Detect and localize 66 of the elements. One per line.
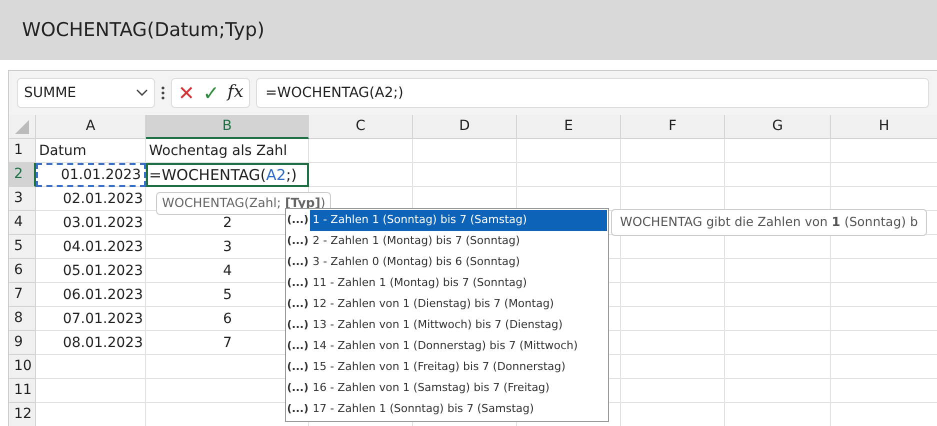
autocomplete-item[interactable]: 3 - Zahlen 0 (Montag) bis 6 (Sonntag): [310, 252, 523, 273]
chevron-icon: [136, 89, 148, 97]
row-header[interactable]: 2: [9, 163, 36, 187]
cancel-button[interactable]: ✕: [178, 78, 195, 108]
row-header[interactable]: 5: [9, 235, 36, 259]
table-cell-text: 04.01.2023: [62, 238, 144, 256]
column-header[interactable]: D: [413, 115, 517, 139]
parameter-glyph: (...): [287, 254, 309, 270]
column-header[interactable]: G: [725, 115, 831, 139]
table-cell-text: 02.01.2023: [62, 190, 144, 208]
more-icon[interactable]: [161, 86, 165, 100]
parameter-glyph: (...): [287, 212, 309, 228]
row-header[interactable]: 11: [9, 379, 36, 403]
parameter-glyph: (...): [287, 380, 309, 396]
parameter-glyph: (...): [287, 360, 309, 375]
autocomplete-item[interactable]: 16 - Zahlen von 1 (Samstag) bis 7 (Freitag): [310, 378, 553, 399]
table-cell-text: 4: [223, 262, 232, 280]
parameter-glyph: (...): [287, 296, 309, 312]
table-cell-text: 6: [223, 310, 232, 328]
parameter-glyph: (...): [287, 402, 309, 417]
table-cell-text: 05.01.2023: [62, 262, 144, 280]
autocomplete-item[interactable]: 1 - Zahlen 1 (Sonntag) bis 7 (Samstag): [310, 210, 607, 231]
autocomplete-item[interactable]: 15 - Zahlen von 1 (Freitag) bis 7 (Donnerstag): [310, 357, 569, 378]
table-cell-text: 08.01.2023: [62, 334, 144, 352]
parameter-glyph: (...): [287, 338, 309, 354]
table-cell-text: 3: [223, 238, 232, 256]
autocomplete-item[interactable]: 14 - Zahlen von 1 (Donnerstag) bis 7 (Mittwoch): [310, 336, 581, 357]
row-header[interactable]: 9: [9, 331, 36, 355]
table-cell-text: 03.01.2023: [62, 214, 144, 232]
description-tooltip: WOCHENTAG gibt die Zahlen von 1 (Sonntag) b: [611, 209, 927, 236]
table-cell: 01.01.2023: [36, 163, 146, 187]
row-header[interactable]: 1: [9, 139, 36, 163]
column-header[interactable]: H: [831, 115, 937, 139]
page-title: WOCHENTAG(Datum;Typ): [0, 0, 937, 60]
row-header[interactable]: 7: [9, 283, 36, 307]
autocomplete-item[interactable]: 17 - Zahlen 1 (Sonntag) bis 7 (Samstag): [310, 399, 537, 420]
column-header[interactable]: C: [309, 115, 413, 139]
table-cell-text: 5: [223, 286, 232, 304]
row-header[interactable]: 6: [9, 259, 36, 283]
autocomplete-item[interactable]: 2 - Zahlen 1 (Montag) bis 7 (Sonntag): [310, 231, 523, 252]
insert-function-button[interactable]: fx: [228, 80, 244, 106]
column-header[interactable]: F: [621, 115, 725, 139]
table-cell-text: Wochentag als Zahl: [148, 142, 288, 160]
cell-editor[interactable]: =WOCHENTAG(A2;): [146, 163, 309, 187]
table-cell-text: 07.01.2023: [62, 310, 144, 328]
parameter-glyph: (...): [287, 234, 309, 249]
table-cell-text: Datum: [38, 142, 88, 160]
row-header[interactable]: 12: [9, 403, 36, 426]
table-cell-text: 7: [223, 334, 232, 352]
parameter-glyph: (...): [287, 276, 309, 291]
autocomplete-item[interactable]: 13 - Zahlen von 1 (Mittwoch) bis 7 (Dienstag): [310, 315, 566, 336]
table-cell-text: 06.01.2023: [62, 286, 144, 304]
row-header[interactable]: 8: [9, 307, 36, 331]
formula-field[interactable]: =WOCHENTAG(A2;): [256, 78, 929, 108]
column-header[interactable]: A: [36, 115, 146, 139]
row-header[interactable]: 10: [9, 355, 36, 379]
autocomplete-item[interactable]: 12 - Zahlen von 1 (Dienstag) bis 7 (Montag): [310, 294, 557, 315]
table-cell-text: 2: [223, 214, 232, 232]
name-box[interactable]: SUMME: [17, 78, 155, 108]
autocomplete-item[interactable]: 11 - Zahlen 1 (Montag) bis 7 (Sonntag): [310, 273, 530, 294]
row-header[interactable]: 4: [9, 211, 36, 235]
column-header[interactable]: E: [517, 115, 621, 139]
enter-button[interactable]: ✓: [202, 78, 220, 108]
row-header[interactable]: 3: [9, 187, 36, 211]
parameter-glyph: (...): [287, 318, 309, 333]
column-header[interactable]: B: [146, 115, 309, 139]
